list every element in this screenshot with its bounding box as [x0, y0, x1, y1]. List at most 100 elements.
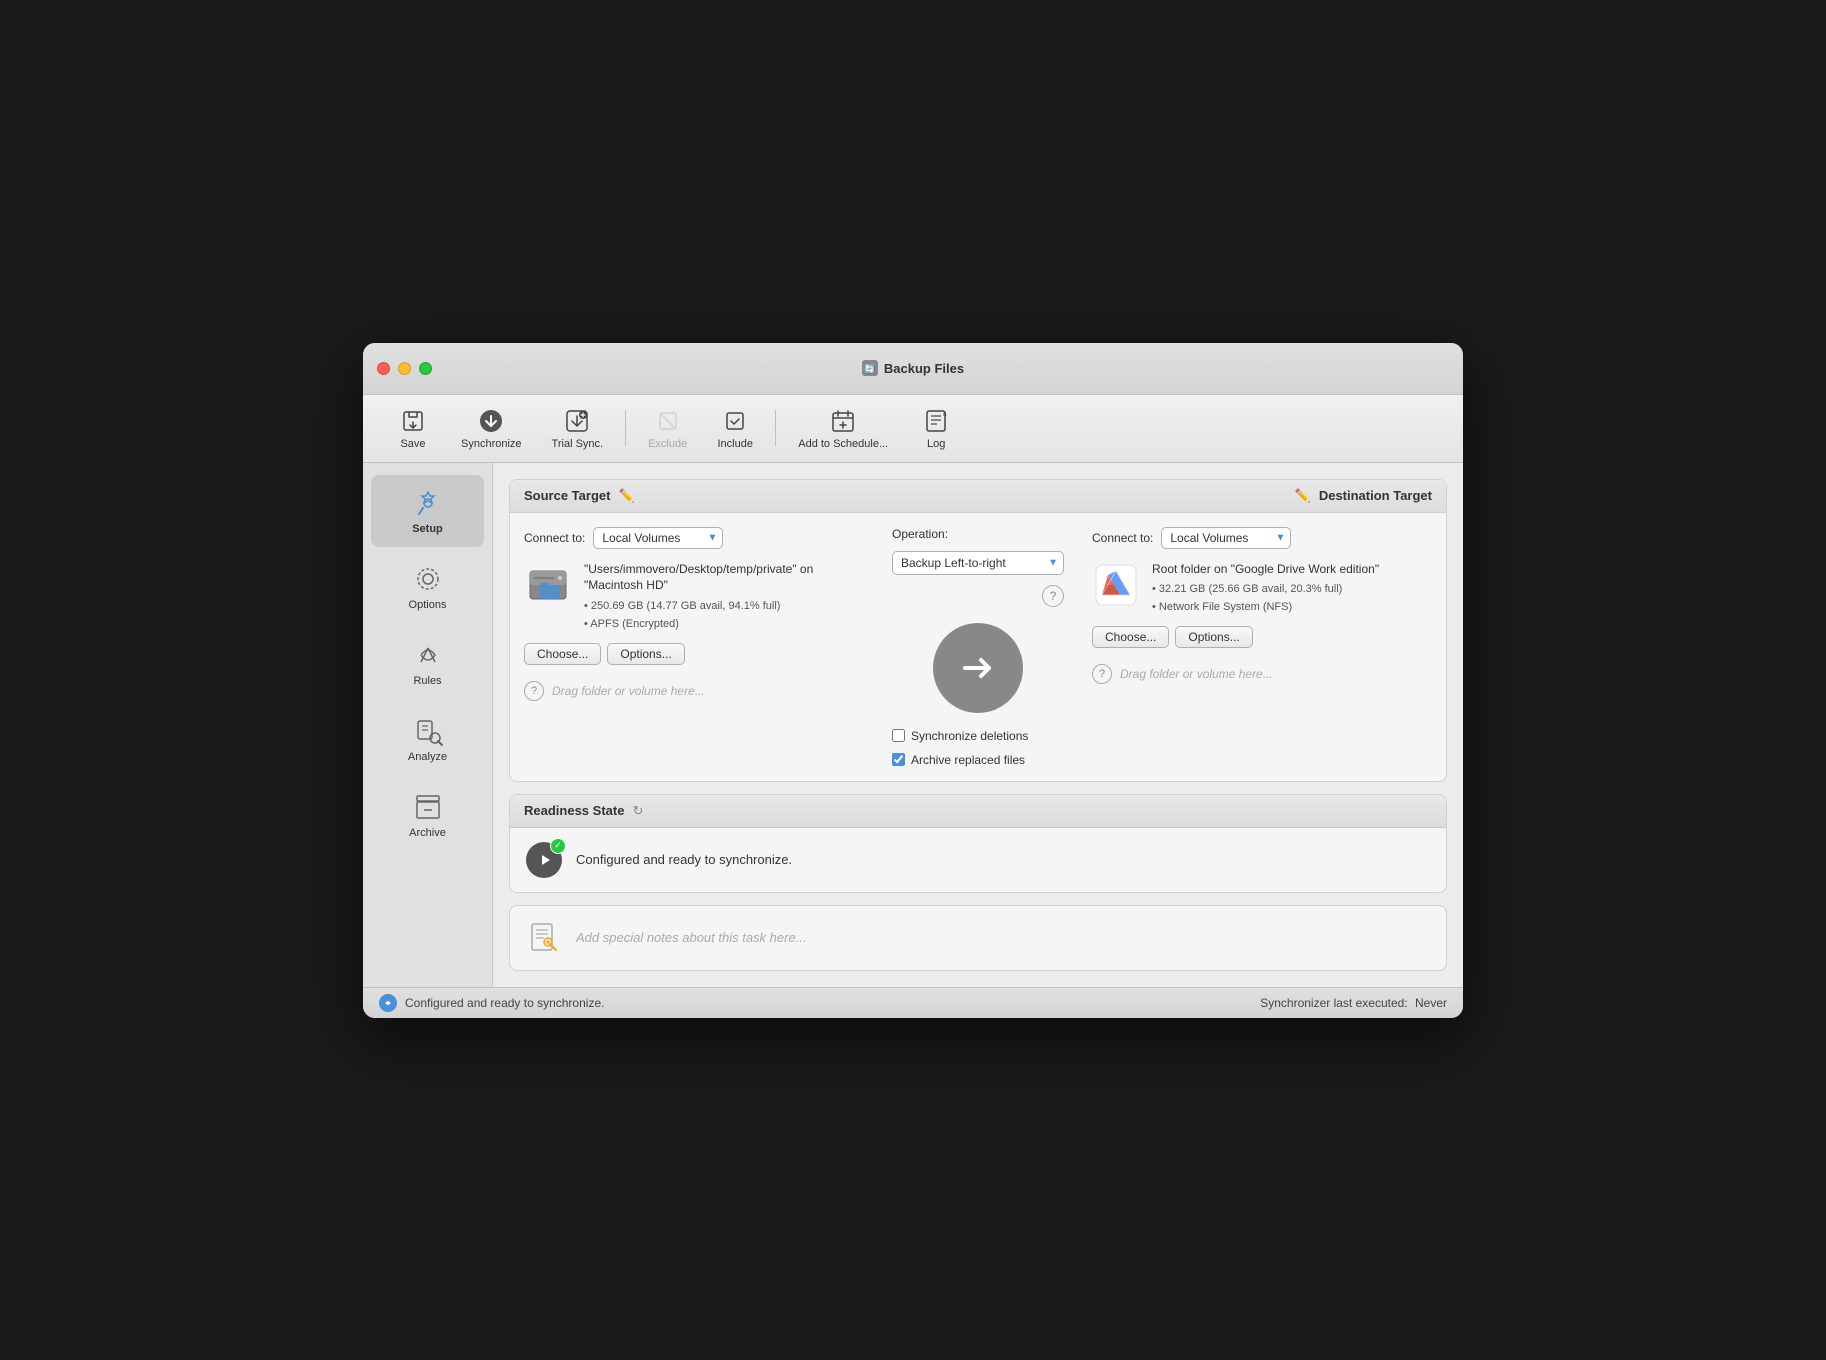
sync-executed-label: Synchronizer last executed: Never — [1260, 996, 1447, 1010]
sidebar-item-options[interactable]: Options — [371, 551, 484, 623]
source-connect-row: Connect to: Local Volumes Remote Volumes… — [524, 527, 864, 549]
readiness-message: Configured and ready to synchronize. — [576, 852, 792, 867]
source-drag-hint: Drag folder or volume here... — [552, 684, 705, 698]
source-meta: • 250.69 GB (14.77 GB avail, 94.1% full)… — [584, 598, 864, 633]
add-schedule-icon — [829, 407, 857, 435]
minimize-button[interactable] — [398, 362, 411, 375]
readiness-content: ✓ Configured and ready to synchronize. — [510, 828, 1446, 892]
sidebar-item-analyze[interactable]: Analyze — [371, 703, 484, 775]
source-connect-label: Connect to: — [524, 531, 585, 545]
statusbar-right: Synchronizer last executed: Never — [1260, 996, 1447, 1010]
trial-sync-button[interactable]: Trial Sync. — [540, 403, 616, 454]
dest-connect-row: Connect to: Local Volumes Remote Volumes… — [1092, 527, 1432, 549]
sync-info: Synchronizer last executed: — [1260, 996, 1407, 1010]
source-path: "Users/immovero/Desktop/temp/private" on… — [584, 561, 864, 595]
readiness-panel: Readiness State ↻ ✓ Configured and ready… — [509, 794, 1447, 893]
targets-header: Source Target ✏️ ✏️ Destination Target — [510, 480, 1446, 513]
notes-panel[interactable]: Add special notes about this task here..… — [509, 905, 1447, 971]
maximize-button[interactable] — [419, 362, 432, 375]
save-button[interactable]: Save — [383, 403, 443, 454]
statusbar: Configured and ready to synchronize. Syn… — [363, 987, 1463, 1018]
sidebar-item-setup[interactable]: Setup — [371, 475, 484, 547]
save-label: Save — [400, 438, 425, 450]
window-title: 🔄 Backup Files — [862, 360, 964, 376]
exclude-button[interactable]: Exclude — [636, 403, 699, 454]
operation-section: Operation: Backup Left-to-right Backup R… — [878, 513, 1078, 781]
sync-deletions-checkbox[interactable] — [892, 729, 905, 742]
source-help-button[interactable]: ? — [524, 681, 544, 701]
add-schedule-button[interactable]: Add to Schedule... — [786, 403, 900, 454]
targets-panel: Source Target ✏️ ✏️ Destination Target — [509, 479, 1447, 782]
source-text: "Users/immovero/Desktop/temp/private" on… — [584, 561, 864, 634]
arrow-circle — [933, 623, 1023, 713]
dest-drag-zone: ? Drag folder or volume here... — [1092, 664, 1432, 684]
toolbar-separator-2 — [775, 410, 776, 446]
dest-choose-button[interactable]: Choose... — [1092, 626, 1169, 648]
statusbar-left: Configured and ready to synchronize. — [379, 994, 604, 1012]
source-edit-icon[interactable]: ✏️ — [618, 488, 634, 504]
include-icon — [721, 407, 749, 435]
dest-connect-label: Connect to: — [1092, 531, 1153, 545]
trial-sync-label: Trial Sync. — [552, 438, 604, 450]
include-label: Include — [717, 438, 752, 450]
source-title: Source Target — [524, 488, 610, 503]
destination-section: Connect to: Local Volumes Remote Volumes… — [1078, 513, 1446, 781]
source-options-button[interactable]: Options... — [607, 643, 684, 665]
sidebar-item-archive[interactable]: Archive — [371, 779, 484, 851]
operation-select[interactable]: Backup Left-to-right Backup Right-to-lef… — [892, 551, 1064, 575]
operation-label: Operation: — [892, 527, 948, 541]
archive-replaced-checkbox[interactable] — [892, 753, 905, 766]
destination-title: Destination Target — [1319, 488, 1432, 503]
app-window: 🔄 Backup Files Save — [363, 343, 1463, 1018]
source-size: • 250.69 GB (14.77 GB avail, 94.1% full) — [584, 598, 864, 616]
source-connect-select[interactable]: Local Volumes Remote Volumes Cloud Stora… — [593, 527, 723, 549]
targets-outer: Source Target ✏️ ✏️ Destination Target — [510, 480, 1446, 781]
dest-nfs: • Network File System (NFS) — [1152, 599, 1379, 617]
dest-drag-hint: Drag folder or volume here... — [1120, 667, 1273, 681]
check-badge: ✓ — [550, 838, 566, 854]
title-text: Backup Files — [884, 361, 964, 376]
dest-help-button[interactable]: ? — [1092, 664, 1112, 684]
content-area: Source Target ✏️ ✏️ Destination Target — [493, 463, 1463, 987]
synchronize-button[interactable]: Synchronize — [449, 403, 534, 454]
targets-body: Connect to: Local Volumes Remote Volumes… — [510, 513, 1446, 781]
setup-label: Setup — [412, 523, 443, 535]
source-drive-icon — [524, 561, 572, 609]
operation-help-button[interactable]: ? — [1042, 585, 1064, 607]
source-info: "Users/immovero/Desktop/temp/private" on… — [524, 561, 864, 634]
readiness-title: Readiness State — [524, 803, 624, 818]
dest-info: Root folder on "Google Drive Work editio… — [1092, 561, 1432, 617]
dest-options-button[interactable]: Options... — [1175, 626, 1252, 648]
destination-header: ✏️ Destination Target — [1078, 480, 1446, 512]
archive-icon — [412, 791, 444, 823]
source-btn-row: Choose... Options... — [524, 643, 864, 665]
log-button[interactable]: n Log — [906, 403, 966, 454]
svg-text:n: n — [943, 411, 947, 418]
operation-select-wrapper: Backup Left-to-right Backup Right-to-lef… — [892, 551, 1064, 575]
rules-icon — [412, 639, 444, 671]
notes-icon — [526, 920, 562, 956]
source-choose-button[interactable]: Choose... — [524, 643, 601, 665]
source-fs: • APFS (Encrypted) — [584, 616, 864, 634]
exclude-label: Exclude — [648, 438, 687, 450]
source-section: Connect to: Local Volumes Remote Volumes… — [510, 513, 878, 781]
options-label: Options — [409, 599, 447, 611]
refresh-icon[interactable]: ↻ — [632, 803, 643, 819]
close-button[interactable] — [377, 362, 390, 375]
dest-connect-select[interactable]: Local Volumes Remote Volumes Cloud Stora… — [1161, 527, 1291, 549]
sync-deletions-row: Synchronize deletions — [892, 729, 1028, 743]
source-drag-zone: ? Drag folder or volume here... — [524, 681, 864, 701]
synchronize-icon — [477, 407, 505, 435]
statusbar-message: Configured and ready to synchronize. — [405, 996, 604, 1010]
dest-size: • 32.21 GB (25.66 GB avail, 20.3% full) — [1152, 581, 1379, 599]
source-header: Source Target ✏️ — [510, 480, 878, 512]
operation-spacer — [878, 480, 1078, 512]
synchronize-label: Synchronize — [461, 438, 522, 450]
add-schedule-label: Add to Schedule... — [798, 438, 888, 450]
options-icon — [412, 563, 444, 595]
dest-edit-icon[interactable]: ✏️ — [1295, 488, 1311, 504]
readiness-header: Readiness State ↻ — [510, 795, 1446, 828]
sidebar-item-rules[interactable]: Rules — [371, 627, 484, 699]
include-button[interactable]: Include — [705, 403, 765, 454]
log-icon: n — [922, 407, 950, 435]
